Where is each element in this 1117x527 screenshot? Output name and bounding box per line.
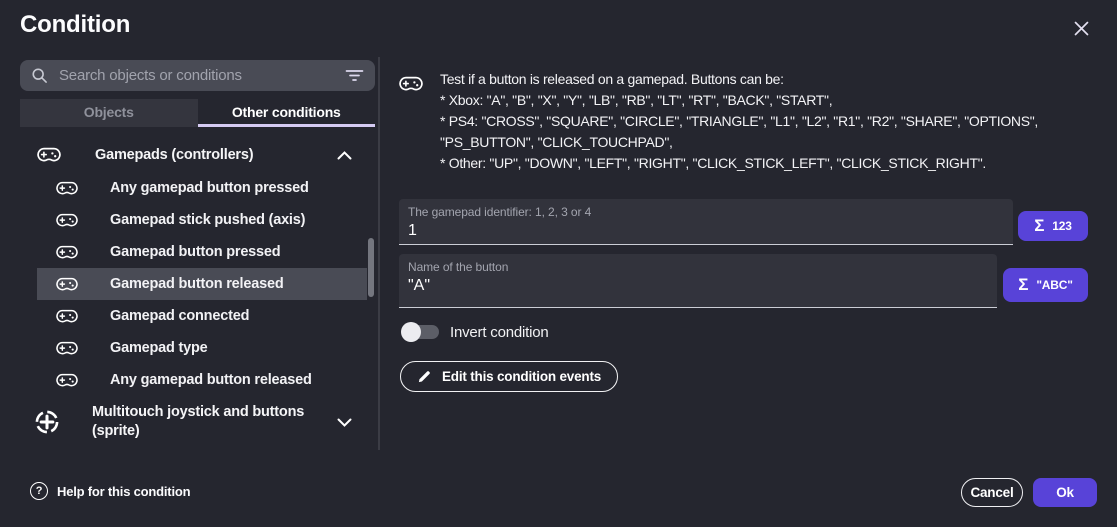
list-item-label: Gamepad button released [110, 276, 283, 292]
chevron-up-icon[interactable] [337, 151, 352, 160]
search-bar [20, 60, 375, 91]
toggle-switch-off[interactable] [401, 322, 441, 342]
button-name-input[interactable] [408, 277, 968, 295]
tab-objects[interactable]: Objects [20, 99, 198, 127]
list-item-label: Gamepad type [110, 340, 208, 356]
list-item-any-gamepad-button-pressed[interactable]: Any gamepad button pressed [37, 172, 367, 204]
list-item-label: Any gamepad button released [110, 372, 312, 388]
list-item-label: Gamepad stick pushed (axis) [110, 212, 305, 228]
expression-button-label: 123 [1052, 219, 1071, 233]
field-label: Name of the button [408, 260, 997, 274]
ok-button-label: Ok [1056, 485, 1074, 500]
cancel-button-label: Cancel [970, 485, 1013, 500]
list-item-label: Gamepad connected [110, 308, 249, 324]
search-input[interactable] [59, 67, 345, 84]
edit-condition-events-button[interactable]: Edit this condition events [400, 361, 618, 392]
list-item-gamepad-button-pressed[interactable]: Gamepad button pressed [37, 236, 367, 268]
tab-other-conditions-label: Other conditions [232, 104, 341, 120]
list-scrollbar[interactable] [368, 238, 374, 297]
list-item-gamepad-type[interactable]: Gamepad type [37, 332, 367, 364]
list-item-gamepad-button-released[interactable]: Gamepad button released [37, 268, 367, 300]
invert-condition-toggle-row[interactable]: Invert condition [401, 322, 549, 342]
dialog-title: Condition [20, 11, 130, 39]
gamepad-icon [399, 76, 423, 92]
description-line: Test if a button is released on a gamepa… [440, 69, 1100, 90]
help-link[interactable]: ? Help for this condition [30, 482, 190, 500]
condition-description: Test if a button is released on a gamepa… [399, 69, 1100, 174]
gamepad-icon [56, 245, 78, 260]
group-label: Multitouch joystick and buttons (sprite) [92, 403, 330, 441]
expression-button-label: "ABC" [1036, 278, 1072, 292]
ok-button[interactable]: Ok [1033, 478, 1097, 507]
expression-editor-button-string[interactable]: Σ "ABC" [1003, 268, 1088, 302]
pencil-icon [417, 369, 432, 384]
gamepad-icon [37, 147, 61, 163]
gamepad-icon [56, 277, 78, 292]
gamepad-identifier-input[interactable] [408, 222, 983, 240]
help-label: Help for this condition [57, 484, 190, 499]
panel-divider [378, 57, 380, 450]
group-multitouch-joystick[interactable]: Multitouch joystick and buttons (sprite) [20, 396, 367, 448]
gamepad-icon [56, 373, 78, 388]
condition-dialog: Condition Objects Other conditions [0, 0, 1117, 527]
gamepad-icon [56, 213, 78, 228]
cancel-button[interactable]: Cancel [961, 478, 1023, 507]
edit-button-label: Edit this condition events [442, 369, 601, 384]
conditions-list: Gamepads (controllers) Any gamepad butto… [20, 138, 367, 448]
help-icon: ? [30, 482, 48, 500]
sigma-icon: Σ [1034, 216, 1044, 236]
search-icon [31, 67, 48, 84]
description-line: * Other: "UP", "DOWN", "LEFT", "RIGHT", … [440, 153, 1100, 174]
sigma-icon: Σ [1018, 275, 1028, 295]
list-item-gamepad-stick-pushed[interactable]: Gamepad stick pushed (axis) [37, 204, 367, 236]
group-label: Gamepads (controllers) [95, 147, 253, 163]
list-item-label: Gamepad button pressed [110, 244, 280, 260]
list-item-any-gamepad-button-released[interactable]: Any gamepad button released [37, 364, 367, 396]
group-gamepads[interactable]: Gamepads (controllers) [20, 138, 367, 172]
description-line: * PS4: "CROSS", "SQUARE", "CIRCLE", "TRI… [440, 111, 1100, 132]
list-item-label: Any gamepad button pressed [110, 180, 309, 196]
multitouch-joystick-icon [34, 409, 60, 435]
gamepad-identifier-field[interactable]: The gamepad identifier: 1, 2, 3 or 4 [399, 199, 1013, 245]
chevron-down-icon[interactable] [337, 418, 352, 427]
filter-icon[interactable] [345, 69, 364, 82]
description-line: "PS_BUTTON", "CLICK_TOUCHPAD", [440, 132, 1100, 153]
tab-bar: Objects Other conditions [20, 99, 375, 127]
gamepad-icon [56, 309, 78, 324]
description-line: * Xbox: "A", "B", "X", "Y", "LB", "RB", … [440, 90, 1100, 111]
tab-objects-label: Objects [84, 104, 134, 120]
condition-detail-panel: Test if a button is released on a gamepa… [399, 0, 1099, 462]
expression-editor-button-number[interactable]: Σ 123 [1018, 211, 1088, 241]
tab-other-conditions[interactable]: Other conditions [198, 99, 376, 127]
invert-condition-label: Invert condition [450, 324, 549, 341]
field-label: The gamepad identifier: 1, 2, 3 or 4 [408, 205, 1013, 219]
gamepad-icon [56, 181, 78, 196]
button-name-field[interactable]: Name of the button [399, 254, 997, 308]
list-item-gamepad-connected[interactable]: Gamepad connected [37, 300, 367, 332]
toggle-thumb [401, 322, 421, 342]
gamepad-icon [56, 341, 78, 356]
